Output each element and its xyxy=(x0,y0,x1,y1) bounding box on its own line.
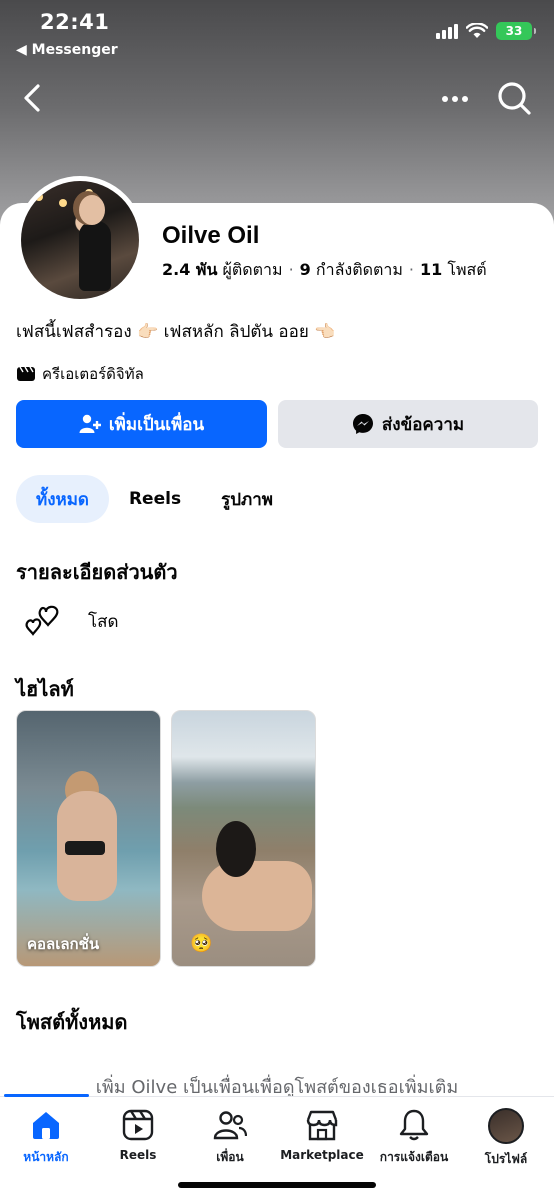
nav-home[interactable]: หน้าหลัก xyxy=(0,1108,92,1167)
profile-bio: เฟสนี้เฟสสำรอง 👉🏻 เฟสหลัก ลิปตัน ออย 👈🏻 xyxy=(16,322,336,342)
highlight-label: 🥺 xyxy=(190,933,213,954)
details-title: รายละเอียดส่วนตัว xyxy=(16,560,178,584)
nav-notifications[interactable]: การแจ้งเตือน xyxy=(368,1108,460,1167)
status-time: 22:41 xyxy=(40,10,110,34)
relationship-status: โสด xyxy=(24,604,119,638)
posts-title: โพสต์ทั้งหมด xyxy=(16,1010,128,1034)
back-to-messenger-link[interactable]: ◀ Messenger xyxy=(16,42,118,58)
wifi-icon xyxy=(466,23,488,38)
profile-category: ครีเอเตอร์ดิจิทัล xyxy=(16,362,144,386)
reels-icon xyxy=(122,1109,154,1141)
nav-home-label: หน้าหลัก xyxy=(23,1150,69,1164)
tab-all[interactable]: ทั้งหมด xyxy=(16,475,109,523)
battery-level: 33 xyxy=(505,24,523,38)
nav-marketplace[interactable]: Marketplace xyxy=(276,1108,368,1162)
search-icon[interactable] xyxy=(496,80,532,116)
message-button[interactable]: ส่งข้อความ xyxy=(278,400,538,448)
active-tab-indicator xyxy=(4,1094,89,1097)
profile-avatar xyxy=(488,1108,524,1144)
profile-sheet xyxy=(0,203,554,1200)
category-label: ครีเอเตอร์ดิจิทัล xyxy=(42,365,144,383)
profile-picture[interactable] xyxy=(16,176,144,304)
following-count[interactable]: 9 xyxy=(300,260,311,279)
highlight-label: คอลเลกชั่น xyxy=(27,935,100,953)
profile-tabs: ทั้งหมด Reels รูปภาพ xyxy=(16,474,293,524)
more-options-icon[interactable] xyxy=(440,84,470,114)
followers-label[interactable]: ผู้ติดตาม xyxy=(223,260,283,279)
nav-notifications-label: การแจ้งเตือน xyxy=(379,1150,449,1164)
highlights-title: ไฮไลท์ xyxy=(16,677,74,701)
followers-count[interactable]: 2.4 พัน xyxy=(162,260,217,279)
status-icons: 33 xyxy=(436,22,536,40)
highlight-item[interactable]: คอลเลกชั่น xyxy=(16,710,161,967)
posts-label: โพสต์ xyxy=(447,260,487,279)
messenger-icon xyxy=(352,414,373,434)
nav-reels-label: Reels xyxy=(119,1148,157,1162)
cellular-signal-icon xyxy=(436,23,458,39)
friends-icon xyxy=(213,1111,247,1140)
avatar xyxy=(21,181,139,299)
message-label: ส่งข้อความ xyxy=(381,414,465,435)
nav-profile[interactable]: โปรไฟล์ xyxy=(460,1108,552,1169)
marketplace-icon xyxy=(306,1110,338,1141)
home-icon xyxy=(33,1112,59,1139)
relationship-label: โสด xyxy=(88,611,119,632)
home-indicator xyxy=(178,1182,376,1188)
following-label[interactable]: กำลังติดตาม xyxy=(316,260,403,279)
hearts-icon xyxy=(25,605,59,636)
nav-reels[interactable]: Reels xyxy=(92,1108,184,1162)
battery-icon: 33 xyxy=(496,22,536,40)
tab-reels[interactable]: Reels xyxy=(109,475,201,523)
video-creator-icon xyxy=(17,366,35,381)
add-friend-icon xyxy=(79,414,101,433)
tab-photos[interactable]: รูปภาพ xyxy=(201,475,293,523)
add-friend-button[interactable]: เพิ่มเป็นเพื่อน xyxy=(16,400,267,448)
bell-icon xyxy=(399,1109,429,1141)
nav-profile-label: โปรไฟล์ xyxy=(484,1152,528,1166)
back-arrow-icon[interactable] xyxy=(18,80,48,116)
nav-friends[interactable]: เพื่อน xyxy=(184,1108,276,1167)
highlight-item[interactable]: 🥺 xyxy=(171,710,316,967)
profile-stats: 2.4 พัน ผู้ติดตาม · 9 กำลังติดตาม · 11 โพสต์ xyxy=(162,260,487,279)
nav-marketplace-label: Marketplace xyxy=(280,1148,364,1162)
posts-count: 11 xyxy=(420,260,443,279)
status-bar: 22:41 ◀ Messenger 33 xyxy=(0,0,554,70)
add-friend-label: เพิ่มเป็นเพื่อน xyxy=(108,414,205,435)
profile-name: Oilve Oil xyxy=(162,222,260,249)
nav-friends-label: เพื่อน xyxy=(216,1150,244,1164)
